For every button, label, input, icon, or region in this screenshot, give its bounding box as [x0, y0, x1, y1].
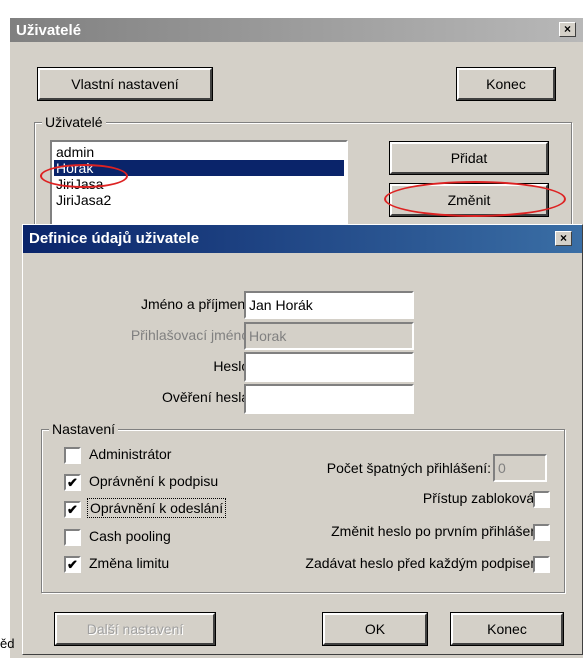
limit-change-checkbox[interactable]: ✔ [64, 556, 81, 573]
cash-pooling-checkbox[interactable]: ✔ [64, 529, 81, 546]
users-group-label: Uživatelé [42, 114, 106, 130]
access-blocked-label: Přístup zablokován [422, 490, 542, 506]
list-item[interactable]: JiriJasa2 [54, 192, 344, 208]
fullname-value: Jan Horák [249, 297, 313, 313]
failed-logins-value: 0 [498, 460, 506, 476]
sending-permission-checkbox[interactable]: ✔ [64, 501, 81, 518]
user-details-dialog: Definice údajů uživatele × Jméno a příjm… [22, 224, 583, 655]
annotation-oval-user [40, 164, 128, 188]
add-label: Přidat [450, 150, 488, 166]
users-window-title: Uživatelé [16, 22, 82, 39]
login-label: Přihlašovací jméno: [130, 327, 253, 343]
users-window-titlebar: Uživatelé × [10, 18, 583, 42]
fullname-field[interactable]: Jan Horák [244, 291, 414, 319]
password-confirm-field[interactable] [244, 384, 414, 414]
failed-logins-label: Počet špatných přihlášení: [326, 460, 491, 476]
login-value: Horak [249, 328, 287, 344]
close-icon[interactable]: × [555, 231, 572, 246]
password-before-signature-label: Zadávat heslo před každým podpisem [305, 555, 542, 571]
failed-logins-field: 0 [493, 454, 547, 482]
dialog-end-label: Konec [487, 621, 527, 637]
dialog-titlebar: Definice údajů uživatele × [23, 225, 582, 253]
more-settings-button: Další nastavení [55, 613, 215, 645]
users-end-label: Konec [486, 76, 526, 92]
signing-permission-label: Oprávnění k podpisu [89, 473, 219, 489]
custom-settings-label: Vlastní nastavení [71, 76, 179, 92]
background-text-fragment: ěd [0, 636, 15, 651]
add-button[interactable]: Přidat [390, 142, 548, 174]
change-password-first-login-label: Změnit heslo po prvním přihlášení [331, 523, 542, 539]
access-blocked-checkbox[interactable]: ✔ [533, 491, 550, 508]
ok-label: OK [364, 621, 386, 637]
annotation-oval-change [384, 181, 566, 217]
change-password-first-login-checkbox[interactable]: ✔ [533, 524, 550, 541]
dialog-title: Definice údajů uživatele [29, 230, 200, 247]
sending-permission-label: Oprávnění k odeslání [87, 498, 227, 518]
users-end-button[interactable]: Konec [457, 68, 555, 100]
password-confirm-label: Ověření hesla: [161, 389, 253, 405]
login-field: Horak [244, 322, 414, 350]
password-field[interactable] [244, 352, 414, 382]
cash-pooling-label: Cash pooling [89, 528, 171, 544]
administrator-checkbox[interactable]: ✔ [64, 447, 81, 464]
password-before-signature-checkbox[interactable]: ✔ [533, 556, 550, 573]
more-settings-label: Další nastavení [86, 621, 184, 637]
fullname-label: Jméno a příjmení: [140, 296, 253, 312]
settings-group-label: Nastavení [49, 421, 119, 437]
password-label: Heslo: [213, 358, 253, 374]
administrator-label: Administrátor [89, 446, 172, 462]
dialog-end-button[interactable]: Konec [451, 613, 563, 645]
custom-settings-button[interactable]: Vlastní nastavení [38, 68, 212, 100]
close-icon[interactable]: × [559, 22, 576, 37]
limit-change-label: Změna limitu [89, 555, 170, 571]
ok-button[interactable]: OK [323, 613, 427, 645]
list-item[interactable]: admin [54, 144, 344, 160]
signing-permission-checkbox[interactable]: ✔ [64, 474, 81, 491]
